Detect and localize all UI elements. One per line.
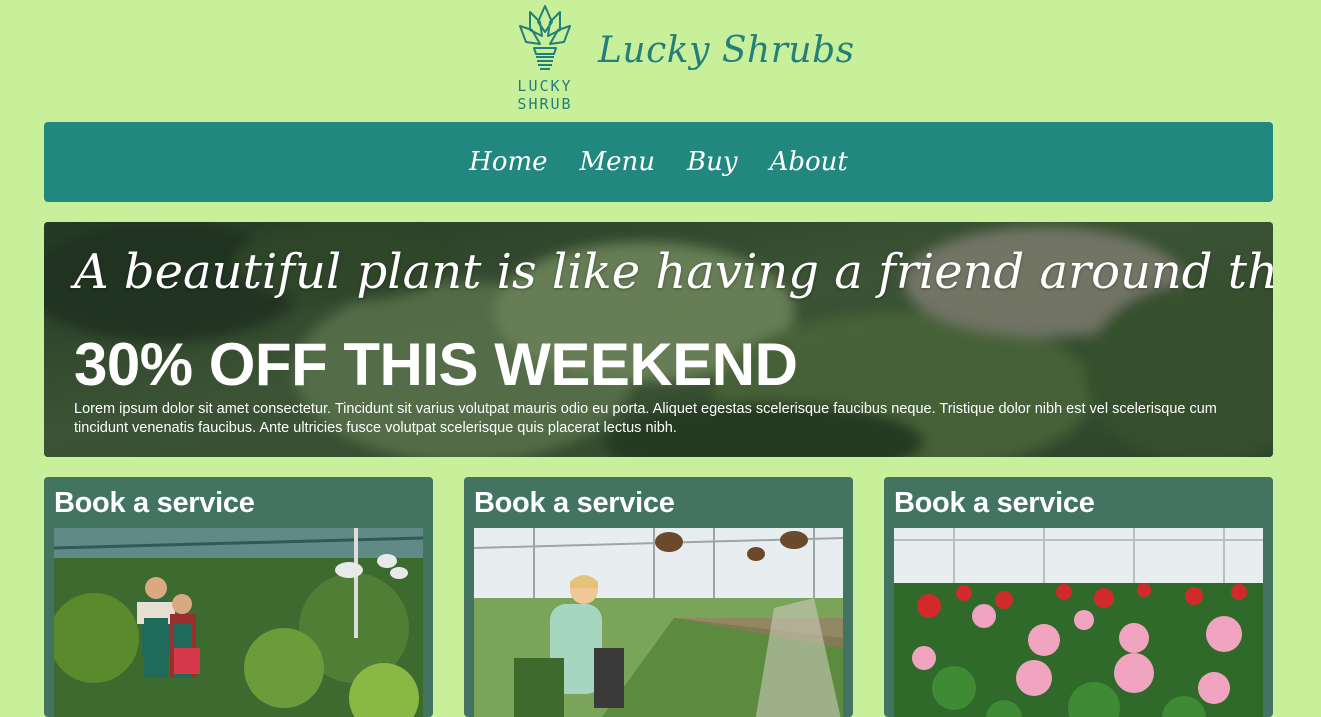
hero-quote: A beautiful plant is like having a frien…: [74, 244, 1273, 300]
nav-item-about[interactable]: About: [770, 147, 848, 177]
card-title: Book a service: [474, 487, 675, 519]
main-nav: Home Menu Buy About: [44, 122, 1273, 202]
hero-offer-heading: 30% OFF THIS WEEKEND: [74, 331, 798, 398]
logo-text-line2: SHRUB: [517, 95, 573, 113]
card-title: Book a service: [894, 487, 1095, 519]
nav-item-home[interactable]: Home: [469, 147, 547, 177]
nav-item-menu[interactable]: Menu: [580, 147, 656, 177]
brand-name[interactable]: Lucky Shrubs: [598, 30, 855, 71]
plant-logo-icon: [519, 5, 571, 70]
lucky-shrub-logo[interactable]: LUCKY SHRUB: [512, 2, 578, 116]
service-card-3[interactable]: Book a service: [884, 477, 1273, 717]
nav-item-buy[interactable]: Buy: [687, 147, 738, 177]
logo-text-line1: LUCKY: [517, 77, 573, 95]
hero-banner: A beautiful plant is like having a frien…: [44, 222, 1273, 457]
service-card-1[interactable]: Book a service: [44, 477, 433, 717]
site-header: LUCKY SHRUB Lucky Shrubs: [0, 0, 1321, 122]
card-title: Book a service: [54, 487, 255, 519]
hero-body-text: Lorem ipsum dolor sit amet consectetur. …: [74, 401, 1217, 436]
service-card-2[interactable]: Book a service: [464, 477, 853, 717]
